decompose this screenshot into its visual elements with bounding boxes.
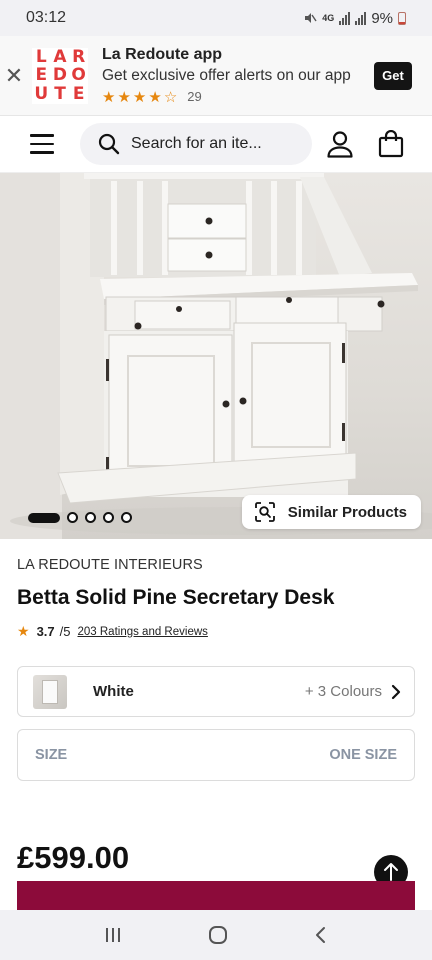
system-navigation-bar bbox=[0, 910, 432, 960]
banner-subtitle: Get exclusive offer alerts on our app bbox=[102, 66, 351, 84]
star-icon: ★ bbox=[102, 88, 116, 106]
search-placeholder: Search for an ite... bbox=[131, 135, 262, 152]
banner-text: La Redoute app Get exclusive offer alert… bbox=[102, 46, 374, 106]
size-label: SIZE bbox=[35, 747, 68, 763]
back-icon[interactable] bbox=[313, 925, 329, 945]
banner-rating: ★ ★ ★ ★ ☆ 29 bbox=[102, 88, 374, 106]
battery-percent: 9% bbox=[371, 9, 393, 27]
search-icon bbox=[98, 133, 120, 155]
star-icon: ★ bbox=[117, 88, 131, 106]
status-bar: 03:12 4G 9% bbox=[0, 0, 432, 36]
size-selector[interactable]: SIZE ONE SIZE bbox=[17, 729, 415, 781]
rating-value: 3.7 bbox=[36, 624, 55, 639]
banner-title: La Redoute app bbox=[102, 45, 223, 63]
similar-products-button[interactable]: Similar Products bbox=[241, 495, 421, 529]
rating-scale: /5 bbox=[59, 624, 71, 639]
star-icon: ★ bbox=[148, 88, 162, 106]
shopping-bag-icon[interactable] bbox=[378, 130, 404, 158]
app-install-banner: ✕ LAR EDO UTE La Redoute app Get exclusi… bbox=[0, 36, 432, 116]
product-photo bbox=[0, 173, 432, 539]
product-rating: ★ 3.7 /5 203 Ratings and Reviews bbox=[17, 623, 208, 640]
selected-colour: White bbox=[93, 683, 134, 700]
gallery-pagination bbox=[28, 512, 132, 523]
product-title: Betta Solid Pine Secretary Desk bbox=[17, 586, 335, 609]
gallery-dot-active[interactable] bbox=[28, 512, 60, 523]
status-icons: 4G 9% bbox=[303, 10, 406, 27]
signal-icon bbox=[339, 11, 351, 25]
size-value: ONE SIZE bbox=[329, 747, 397, 763]
product-image-gallery[interactable]: Similar Products bbox=[0, 173, 432, 539]
reviews-link[interactable]: 203 Ratings and Reviews bbox=[77, 626, 207, 638]
arrow-up-icon bbox=[384, 863, 398, 881]
la-redoute-logo: LAR EDO UTE bbox=[32, 47, 88, 104]
more-colours-label: + 3 Colours bbox=[304, 683, 382, 700]
recent-apps-icon[interactable] bbox=[103, 926, 123, 944]
gallery-dot[interactable] bbox=[121, 512, 132, 523]
get-app-button[interactable]: Get bbox=[374, 61, 412, 90]
search-input[interactable]: Search for an ite... bbox=[80, 123, 312, 165]
chevron-right-icon bbox=[391, 684, 401, 699]
menu-icon[interactable] bbox=[30, 134, 54, 154]
gallery-dot[interactable] bbox=[103, 512, 114, 523]
banner-rating-count: 29 bbox=[187, 89, 202, 104]
gallery-dot[interactable] bbox=[85, 512, 96, 523]
mute-icon bbox=[305, 13, 317, 23]
battery-icon bbox=[398, 11, 406, 25]
star-icon: ★ bbox=[132, 88, 147, 106]
colour-swatch-thumbnail bbox=[33, 674, 67, 709]
similar-products-label: Similar Products bbox=[287, 503, 407, 521]
product-brand[interactable]: LA REDOUTE INTERIEURS bbox=[17, 557, 203, 573]
visual-search-icon bbox=[254, 502, 275, 522]
product-price: £599.00 bbox=[17, 840, 130, 875]
account-icon[interactable] bbox=[326, 130, 354, 158]
close-icon[interactable]: ✕ bbox=[2, 63, 26, 89]
site-header: Search for an ite... bbox=[0, 116, 432, 173]
add-to-basket-button[interactable] bbox=[17, 881, 415, 911]
home-icon[interactable] bbox=[208, 925, 228, 945]
network-type: 4G bbox=[322, 12, 335, 23]
status-time: 03:12 bbox=[26, 9, 67, 26]
star-icon: ★ bbox=[17, 623, 30, 639]
signal-icon-2 bbox=[355, 11, 367, 25]
colour-selector[interactable]: White + 3 Colours bbox=[17, 666, 415, 717]
half-star-icon: ☆ bbox=[163, 88, 178, 106]
gallery-dot[interactable] bbox=[67, 512, 78, 523]
